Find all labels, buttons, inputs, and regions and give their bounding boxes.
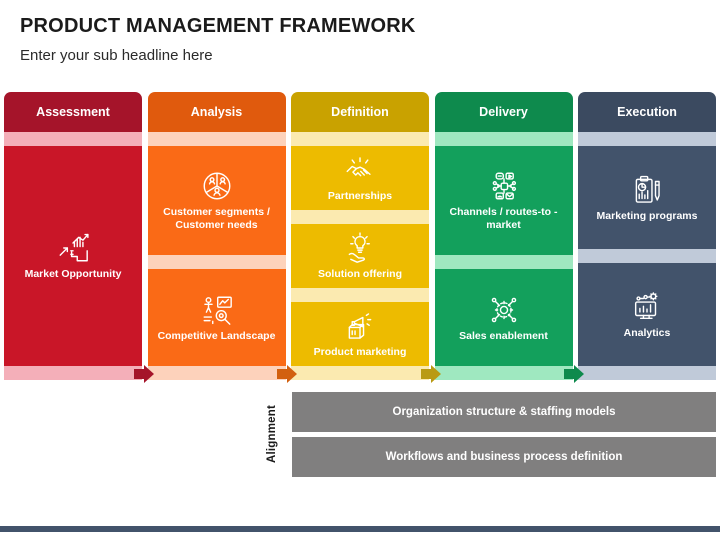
alignment-bars: Organization structure & staffing models… bbox=[292, 392, 716, 477]
column-spacer bbox=[434, 255, 573, 270]
card-label: Competitive Landscape bbox=[157, 329, 276, 342]
handshake-icon bbox=[343, 153, 377, 187]
column-header-analysis[interactable]: Analysis bbox=[147, 92, 286, 132]
column-spacer bbox=[4, 132, 142, 146]
card-delivery-1[interactable]: Channels / routes-to -market bbox=[434, 146, 573, 256]
alignment-section: Alignment Organization structure & staff… bbox=[259, 392, 716, 477]
column-header-assessment[interactable]: Assessment bbox=[4, 92, 142, 132]
column-assessment: Assessment Market Opportunity bbox=[4, 92, 142, 380]
card-label: Analytics bbox=[623, 326, 671, 339]
alignment-label-text: Alignment bbox=[266, 405, 278, 464]
connector-arrow-delivery-to-execution bbox=[563, 364, 585, 384]
card-label: Partnerships bbox=[327, 190, 393, 203]
alignment-label: Alignment bbox=[259, 392, 285, 477]
card-delivery-2[interactable]: Sales enablement bbox=[434, 269, 573, 367]
column-execution: Execution Marketing programs Analytics bbox=[578, 92, 716, 380]
column-body-analysis: Customer segments / Customer needs Compet… bbox=[147, 132, 286, 381]
column-header-delivery[interactable]: Delivery bbox=[434, 92, 573, 132]
column-spacer bbox=[291, 210, 429, 224]
column-header-execution[interactable]: Execution bbox=[578, 92, 716, 132]
column-spacer bbox=[434, 132, 573, 146]
column-body-definition: Partnerships Solution offering Product mar… bbox=[291, 132, 429, 380]
card-label: Customer segments / Customer needs bbox=[163, 206, 270, 232]
column-spacer bbox=[578, 132, 716, 146]
column-spacer bbox=[434, 366, 573, 381]
alignment-bar-1[interactable]: Organization structure & staffing models bbox=[292, 392, 716, 432]
footer-bar bbox=[0, 526, 720, 532]
card-label: Marketing programs bbox=[596, 209, 698, 222]
clipboard-chart-pen-icon bbox=[630, 173, 664, 207]
alignment-bar-2[interactable]: Workflows and business process definitio… bbox=[292, 437, 716, 477]
connector-arrow-assessment-to-analysis bbox=[133, 364, 155, 384]
column-body-assessment: Market Opportunity bbox=[4, 132, 142, 380]
card-label: Solution offering bbox=[318, 268, 402, 281]
column-spacer bbox=[578, 366, 716, 380]
page-subtitle: Enter your sub headline here bbox=[20, 47, 213, 64]
column-spacer bbox=[4, 366, 142, 380]
card-execution-1[interactable]: Marketing programs bbox=[578, 146, 716, 249]
column-spacer bbox=[291, 366, 429, 380]
column-spacer bbox=[291, 288, 429, 302]
card-analysis-1[interactable]: Customer segments / Customer needs bbox=[147, 146, 286, 256]
card-definition-2[interactable]: Solution offering bbox=[291, 224, 429, 288]
column-delivery: Delivery Channels / routes-to -market Sale… bbox=[434, 92, 573, 381]
lightbulb-hand-icon bbox=[343, 231, 377, 265]
column-analysis: Analysis Customer segments / Customer nee… bbox=[147, 92, 286, 381]
column-header-definition[interactable]: Definition bbox=[291, 92, 429, 132]
card-label: Market Opportunity bbox=[24, 268, 122, 281]
card-label: Sales enablement bbox=[459, 329, 548, 342]
page-title: PRODUCT MANAGEMENT FRAMEWORK bbox=[20, 15, 416, 37]
card-analysis-2[interactable]: Competitive Landscape bbox=[147, 269, 286, 367]
competitive-landscape-icon bbox=[200, 293, 234, 327]
card-execution-2[interactable]: Analytics bbox=[578, 263, 716, 366]
column-spacer bbox=[147, 255, 286, 270]
column-spacer bbox=[147, 366, 286, 381]
column-spacer bbox=[578, 249, 716, 263]
card-label: Product marketing bbox=[313, 346, 407, 359]
column-spacer bbox=[291, 132, 429, 146]
megaphone-box-icon bbox=[343, 309, 377, 343]
column-body-execution: Marketing programs Analytics bbox=[578, 132, 716, 380]
channels-network-icon bbox=[487, 169, 521, 203]
customer-segments-icon bbox=[200, 169, 234, 203]
framework-columns: Assessment Market Opportunity Analysis Cust… bbox=[4, 92, 716, 381]
connector-arrow-definition-to-delivery bbox=[420, 364, 442, 384]
column-definition: Definition Partnerships Solution offering P… bbox=[291, 92, 429, 380]
monitor-analytics-icon bbox=[630, 290, 664, 324]
growth-chart-stairs-icon bbox=[56, 231, 90, 265]
card-definition-1[interactable]: Partnerships bbox=[291, 146, 429, 210]
card-assessment-1[interactable]: Market Opportunity bbox=[4, 146, 142, 366]
card-definition-3[interactable]: Product marketing bbox=[291, 302, 429, 366]
gear-network-icon bbox=[487, 293, 521, 327]
connector-arrow-analysis-to-definition bbox=[276, 364, 298, 384]
column-spacer bbox=[147, 132, 286, 146]
card-label: Channels / routes-to -market bbox=[449, 206, 558, 232]
column-body-delivery: Channels / routes-to -market Sales enable… bbox=[434, 132, 573, 381]
